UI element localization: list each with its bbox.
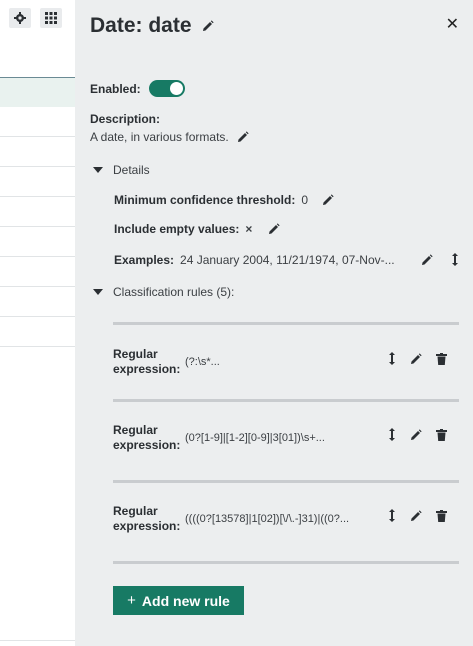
rule-divider <box>113 322 459 325</box>
table-row-divider <box>0 226 75 227</box>
details-toggle[interactable]: Details <box>93 163 150 177</box>
grid-icon <box>45 12 57 24</box>
add-new-rule-button[interactable]: + Add new rule <box>113 586 244 615</box>
table-row-divider <box>0 286 75 287</box>
classification-rules-toggle[interactable]: Classification rules (5): <box>93 285 234 299</box>
trash-icon[interactable] <box>436 352 447 365</box>
pencil-icon[interactable] <box>410 428 422 441</box>
pencil-icon[interactable] <box>421 253 433 266</box>
rule-label: Regular expression: <box>113 504 181 533</box>
min-confidence-value: 0 <box>301 193 309 207</box>
rule-value: (0?[1-9]|[1-2][0-9]|3[01])\s+... <box>185 432 325 444</box>
classifier-detail-panel: Date: date ✕ Enabled: Description: A dat… <box>75 0 473 646</box>
table-row-divider <box>0 346 75 347</box>
pencil-icon[interactable] <box>322 194 334 206</box>
pencil-icon[interactable] <box>202 20 214 32</box>
pencil-icon[interactable] <box>410 509 422 522</box>
description-value: A date, in various formats. <box>90 130 229 144</box>
panel-title: Date: date <box>90 14 192 37</box>
pencil-icon[interactable] <box>237 131 249 143</box>
rule-divider <box>113 561 459 564</box>
table-row-divider <box>0 136 75 137</box>
rule-value: ((((0?[13578]|1[02])[\/\.-]31)|((0?... <box>185 513 350 525</box>
pencil-icon[interactable] <box>410 352 422 365</box>
rule-divider <box>113 480 459 483</box>
chevron-down-icon <box>93 167 103 173</box>
gear-icon <box>14 12 26 24</box>
rule-tools <box>388 428 447 441</box>
rule-value: (?:\s*... <box>185 356 220 368</box>
table-row-divider <box>0 316 75 317</box>
classification-rules-label: Classification rules (5): <box>113 285 235 299</box>
rule-label: Regular expression: <box>113 347 181 376</box>
rule-item[interactable]: Regular expression: (?:\s*... <box>113 347 459 407</box>
enabled-toggle[interactable] <box>148 80 185 97</box>
examples-label: Examples: <box>114 253 175 267</box>
rule-tools <box>388 509 447 522</box>
table-row-divider <box>0 256 75 257</box>
trash-icon[interactable] <box>436 428 447 441</box>
sort-icon[interactable] <box>388 509 396 522</box>
table-row-divider <box>0 196 75 197</box>
rule-label: Regular expression: <box>113 423 181 452</box>
sort-icon[interactable] <box>388 428 396 441</box>
sort-icon[interactable] <box>388 352 396 365</box>
grid-view-button[interactable] <box>40 8 62 28</box>
table-row-divider <box>0 640 75 641</box>
examples-value: 24 January 2004, 11/21/1974, 07-Nov-... <box>180 253 395 267</box>
description-label: Description: <box>90 112 161 126</box>
close-icon: ✕ <box>445 16 459 33</box>
trash-icon[interactable] <box>436 509 447 522</box>
rule-divider <box>113 399 459 402</box>
min-confidence-label: Minimum confidence threshold: <box>114 193 296 207</box>
details-label: Details <box>113 163 150 177</box>
include-empty-row: Include empty values: × <box>114 222 280 236</box>
background-table <box>0 0 75 646</box>
examples-tools <box>421 253 459 266</box>
add-new-rule-label: Add new rule <box>141 592 230 609</box>
examples-row: Examples: 24 January 2004, 11/21/1974, 0… <box>114 253 395 267</box>
pencil-icon[interactable] <box>268 223 280 235</box>
min-confidence-row: Minimum confidence threshold: 0 <box>114 193 334 207</box>
enabled-row: Enabled: <box>90 80 185 97</box>
sort-icon[interactable] <box>451 253 459 266</box>
plus-icon: + <box>127 592 136 609</box>
panel-header: Date: date <box>90 14 214 38</box>
rule-tools <box>388 352 447 365</box>
table-row-selected[interactable] <box>0 77 75 107</box>
chevron-down-icon <box>93 289 103 295</box>
include-empty-label: Include empty values: <box>114 222 240 236</box>
description-block: Description: A date, in various formats. <box>90 112 249 144</box>
enabled-label: Enabled: <box>90 81 141 96</box>
settings-button[interactable] <box>9 8 31 28</box>
rule-item[interactable]: Regular expression: ((((0?[13578]|1[02])[… <box>113 504 459 564</box>
include-empty-value: × <box>245 222 253 236</box>
close-button[interactable]: ✕ <box>446 14 459 34</box>
rule-item[interactable]: Regular expression: (0?[1-9]|[1-2][0-9]|3… <box>113 423 459 483</box>
table-row-divider <box>0 166 75 167</box>
